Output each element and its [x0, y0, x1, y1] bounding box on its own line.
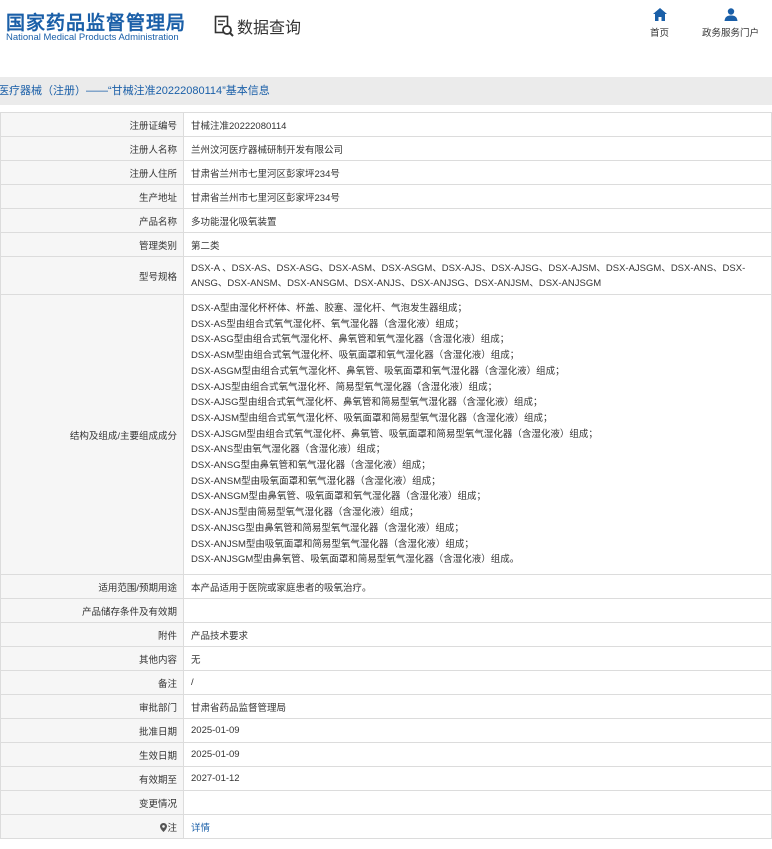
row-value: 甘肃省兰州市七里河区彭家坪234号: [183, 160, 772, 185]
table-row: 注册证编号 甘械注准20222080114: [0, 112, 772, 137]
structure-line: DSX-AJSG型由组合式氧气湿化杯、鼻氧管和简易型氧气湿化器（含湿化液）组成；: [191, 397, 543, 409]
row-label-note: 注: [0, 814, 184, 839]
row-value: [183, 790, 772, 815]
breadcrumb: 医疗器械（注册）——“甘械注准20222080114”基本信息: [0, 77, 772, 105]
row-label: 审批部门: [0, 694, 184, 719]
structure-line: DSX-AS型由组合式氧气湿化杯、氧气湿化器（含湿化液）组成；: [191, 318, 464, 330]
row-value: 第二类: [183, 232, 772, 257]
table-row: 产品储存条件及有效期: [0, 598, 772, 623]
structure-line: DSX-AJSGM型由组合式氧气湿化杯、鼻氧管、吸氧面罩和简易型氧气湿化器（含湿…: [191, 428, 598, 440]
table-row: 产品名称 多功能湿化吸氧装置: [0, 208, 772, 233]
data-query-label: 数据查询: [237, 20, 302, 37]
row-value: 甘肃省药品监督管理局: [183, 694, 772, 719]
structure-lines: DSX-A型由湿化杯杯体、杯盖、胶塞、湿化杆、气泡发生器组成； DSX-AS型由…: [183, 294, 772, 575]
row-label: 生产地址: [0, 184, 184, 209]
table-row: 型号规格 DSX-A 、DSX-AS、DSX-ASG、DSX-ASM、DSX-A…: [0, 256, 772, 295]
table-row: 批准日期 2025-01-09: [0, 718, 772, 743]
row-label: 注册证编号: [0, 112, 184, 137]
nav-home-label: 首页: [650, 28, 670, 39]
row-label: 备注: [0, 670, 184, 695]
note-label: 注: [167, 822, 177, 834]
row-label: 生效日期: [0, 742, 184, 767]
structure-line: DSX-ANJSG型由鼻氧管和简易型氧气湿化器（含湿化液）组成；: [191, 522, 464, 534]
row-value: 产品技术要求: [183, 622, 772, 647]
nav-home[interactable]: 首页: [650, 8, 669, 39]
row-value: 详情: [183, 814, 772, 839]
nav-gov-portal[interactable]: 政务服务门户: [702, 8, 759, 39]
row-label: 适用范围/预期用途: [0, 574, 184, 599]
row-label: 注册人名称: [0, 136, 184, 161]
structure-line: DSX-ASG型由组合式氧气湿化杯、鼻氧管和氧气湿化器（含湿化液）组成；: [191, 334, 510, 346]
row-label: 管理类别: [0, 232, 184, 257]
table-row: 注册人住所 甘肃省兰州市七里河区彭家坪234号: [0, 160, 772, 185]
row-value: /: [183, 670, 772, 695]
structure-line: DSX-ASGM型由组合式氧气湿化杯、鼻氧管、吸氧面罩和氧气湿化器（含湿化液）组…: [191, 365, 565, 377]
row-label: 产品名称: [0, 208, 184, 233]
row-value: 2025-01-09: [183, 718, 772, 743]
home-icon: [652, 8, 667, 21]
breadcrumb-text: 医疗器械（注册）——“甘械注准20222080114”基本信息: [0, 85, 270, 97]
table-row: 注册人名称 兰州汶河医疗器械研制开发有限公司: [0, 136, 772, 161]
row-value: 多功能湿化吸氧装置: [183, 208, 772, 233]
info-table: 注册证编号 甘械注准20222080114 注册人名称 兰州汶河医疗器械研制开发…: [0, 112, 772, 839]
table-row: 附件 产品技术要求: [0, 622, 772, 647]
user-icon: [724, 8, 737, 21]
table-row: 管理类别 第二类: [0, 232, 772, 257]
structure-line: DSX-ANSM型由吸氧面罩和氧气湿化器（含湿化液）组成；: [191, 475, 441, 487]
row-value: 2027-01-12: [183, 766, 772, 791]
row-value: DSX-A 、DSX-AS、DSX-ASG、DSX-ASM、DSX-ASGM、D…: [183, 256, 772, 295]
logo-title-cn[interactable]: 国家药品监督管理局: [6, 8, 186, 35]
document-search-icon: [214, 15, 234, 37]
row-label: 有效期至: [0, 766, 184, 791]
structure-line: DSX-ASM型由组合式氧气湿化杯、吸氧面罩和氧气湿化器（含湿化液）组成；: [191, 350, 520, 362]
structure-line: DSX-ANJSGM型由鼻氧管、吸氧面罩和简易型氧气湿化器（含湿化液）组成。: [191, 554, 520, 566]
row-label: 注册人住所: [0, 160, 184, 185]
table-row: 注 详情: [0, 814, 772, 839]
structure-line: DSX-ANSGM型由鼻氧管、吸氧面罩和氧气湿化器（含湿化液）组成；: [191, 491, 487, 503]
structure-line: DSX-A型由湿化杯杯体、杯盖、胶塞、湿化杆、气泡发生器组成；: [191, 303, 468, 315]
table-row: 变更情况: [0, 790, 772, 815]
structure-line: DSX-AJS型由组合式氧气湿化杯、简易型氧气湿化器（含湿化液）组成；: [191, 381, 498, 393]
row-value: 2025-01-09: [183, 742, 772, 767]
table-row: 备注 /: [0, 670, 772, 695]
structure-line: DSX-ANS型由氧气湿化器（含湿化液）组成；: [191, 444, 386, 456]
logo-title-en[interactable]: National Medical Products Administration: [6, 32, 179, 43]
table-row: 有效期至 2027-01-12: [0, 766, 772, 791]
table-row: 其他内容 无: [0, 646, 772, 671]
row-label: 产品储存条件及有效期: [0, 598, 184, 623]
row-label: 结构及组成/主要组成成分: [0, 294, 184, 575]
table-row: 审批部门 甘肃省药品监督管理局: [0, 694, 772, 719]
structure-line: DSX-ANJSM型由吸氧面罩和简易型氧气湿化器（含湿化液）组成；: [191, 538, 474, 550]
row-value: 甘肃省兰州市七里河区彭家坪234号: [183, 184, 772, 209]
structure-line: DSX-ANSG型由鼻氧管和氧气湿化器（含湿化液）组成；: [191, 460, 431, 472]
structure-line: DSX-AJSM型由组合式氧气湿化杯、吸氧面罩和简易型氧气湿化器（含湿化液）组成…: [191, 412, 553, 424]
row-value: 甘械注准20222080114: [183, 112, 772, 137]
table-row: 生产地址 甘肃省兰州市七里河区彭家坪234号: [0, 184, 772, 209]
row-value: 兰州汶河医疗器械研制开发有限公司: [183, 136, 772, 161]
site-header: 国家药品监督管理局 National Medical Products Admi…: [0, 0, 772, 64]
row-value: 本产品适用于医院或家庭患者的吸氧治疗。: [183, 574, 772, 599]
nav-gov-label: 政务服务门户: [702, 28, 760, 39]
table-row: 适用范围/预期用途 本产品适用于医院或家庭患者的吸氧治疗。: [0, 574, 772, 599]
row-label: 型号规格: [0, 256, 184, 295]
row-label: 批准日期: [0, 718, 184, 743]
row-value: [183, 598, 772, 623]
row-label: 附件: [0, 622, 184, 647]
row-value: 无: [183, 646, 772, 671]
table-row: 结构及组成/主要组成成分 DSX-A型由湿化杯杯体、杯盖、胶塞、湿化杆、气泡发生…: [0, 294, 772, 575]
row-label: 变更情况: [0, 790, 184, 815]
data-query-link[interactable]: 数据查询: [214, 14, 301, 38]
row-label: 其他内容: [0, 646, 184, 671]
structure-line: DSX-ANJS型由简易型氧气湿化器（含湿化液）组成；: [191, 507, 419, 519]
detail-link[interactable]: 详情: [191, 823, 210, 834]
table-row: 生效日期 2025-01-09: [0, 742, 772, 767]
